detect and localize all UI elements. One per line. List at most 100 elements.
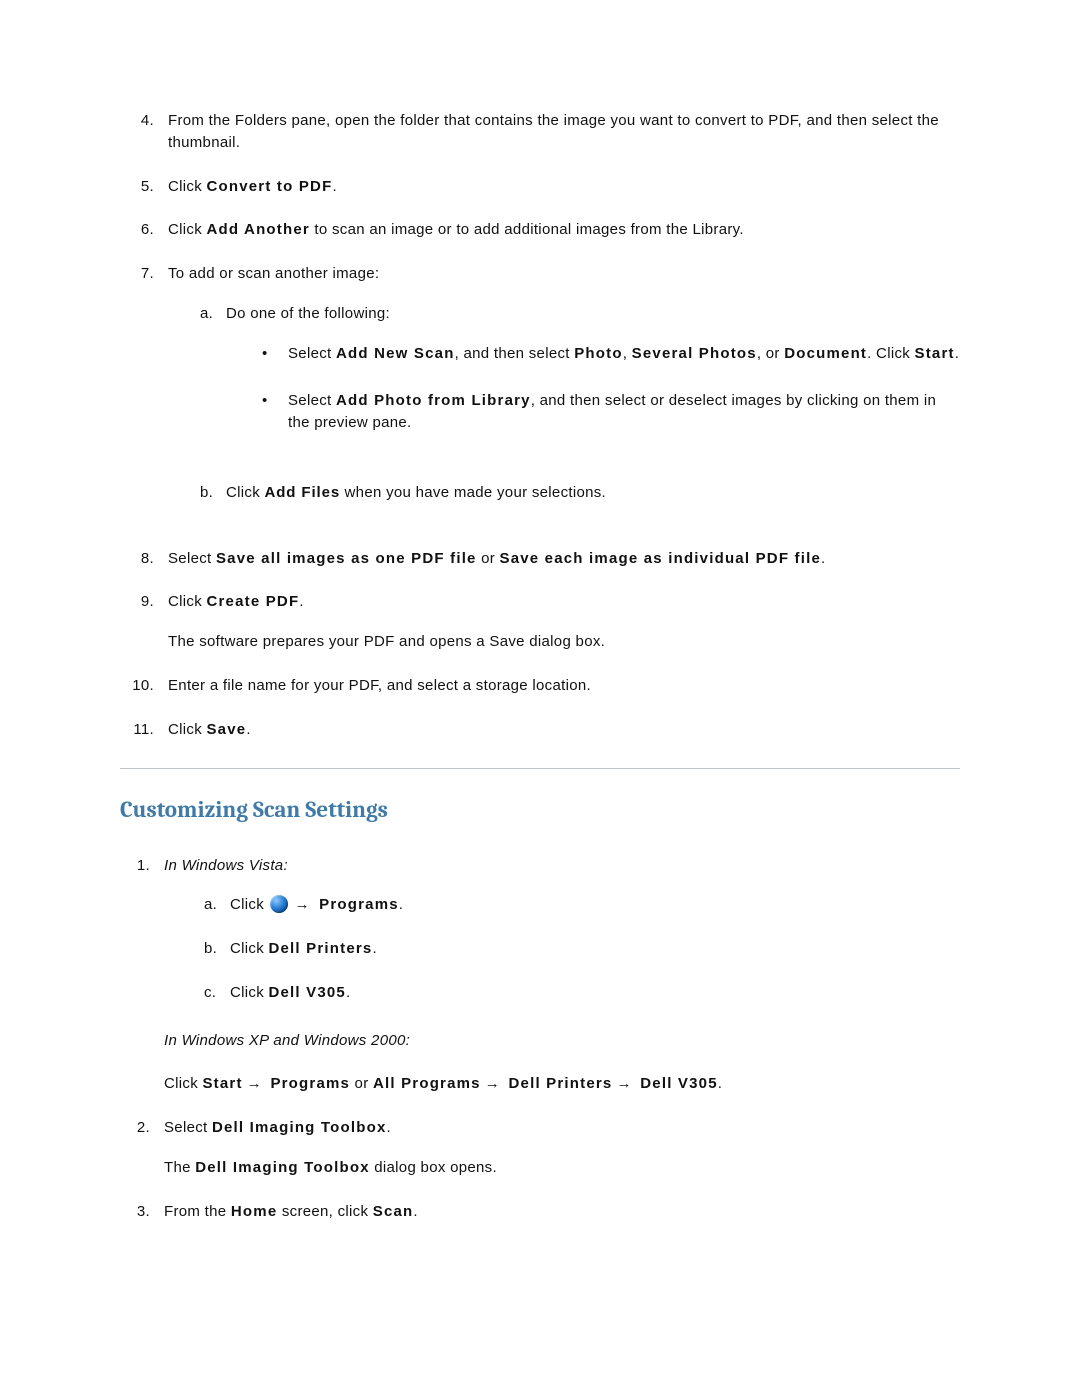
text: Click: [168, 221, 206, 238]
text: .: [399, 896, 403, 913]
bold-text: Several Photos: [632, 345, 757, 362]
text: Click: [164, 1075, 202, 1092]
text: Select: [288, 392, 336, 409]
step-6-text: Click Add Another to scan an image or to…: [168, 219, 960, 241]
step-7a-option-1-text: Select Add New Scan, and then select Pho…: [288, 343, 960, 365]
step-7a-text: Do one of the following:: [226, 303, 960, 325]
text: .: [718, 1075, 722, 1092]
bold-text: Home: [231, 1203, 277, 1220]
substep-label: a.: [204, 894, 230, 916]
section-heading-customizing-scan-settings: Customizing Scan Settings: [120, 793, 960, 826]
text: .: [387, 1119, 391, 1136]
bold-text: Create PDF: [206, 593, 299, 610]
sec2-step-1-xp-label: In Windows XP and Windows 2000:: [164, 1030, 960, 1052]
text: Select: [168, 550, 216, 567]
bold-text: Dell V305: [268, 984, 346, 1001]
bold-text: Programs: [314, 896, 399, 913]
substep-label: b.: [204, 938, 230, 960]
sec2-step-1a: a. Click → Programs.: [204, 894, 960, 916]
step-number: 8.: [120, 548, 168, 570]
step-7a-option-1: • Select Add New Scan, and then select P…: [262, 343, 960, 365]
text: . Click: [867, 345, 914, 362]
text: Click: [230, 940, 268, 957]
substep-label: b.: [200, 482, 226, 504]
step-5-text: Click Convert to PDF.: [168, 176, 960, 198]
document-page: 4. From the Folders pane, open the folde…: [0, 0, 1080, 1397]
substep-label: a.: [200, 303, 226, 460]
step-10-text: Enter a file name for your PDF, and sele…: [168, 675, 960, 697]
text: screen, click: [277, 1203, 372, 1220]
bold-text: Dell V305: [640, 1075, 718, 1092]
text: or: [477, 550, 500, 567]
step-number: 11.: [120, 719, 168, 741]
text: The: [164, 1159, 195, 1176]
bold-text: Document: [784, 345, 867, 362]
step-7a-options: • Select Add New Scan, and then select P…: [262, 343, 960, 434]
text: .: [299, 593, 303, 610]
sec2-step-1c: c. Click Dell V305.: [204, 982, 960, 1004]
step-4-text: From the Folders pane, open the folder t…: [168, 110, 960, 154]
step-7a-option-2: • Select Add Photo from Library, and the…: [262, 390, 960, 434]
bold-text: Dell Imaging Toolbox: [212, 1119, 387, 1136]
text: when you have made your selections.: [340, 484, 606, 501]
text: .: [821, 550, 825, 567]
arrow-icon: →: [612, 1073, 635, 1095]
bullet-icon: •: [262, 390, 288, 434]
sec2-step-2-text: Select Dell Imaging Toolbox.: [164, 1117, 960, 1139]
arrow-icon: →: [481, 1073, 504, 1095]
step-number: 7.: [120, 263, 168, 526]
text: Click: [168, 721, 206, 738]
bold-text: Dell Imaging Toolbox: [195, 1159, 370, 1176]
text: or: [350, 1075, 373, 1092]
step-number: 2.: [120, 1117, 164, 1179]
text: .: [372, 940, 376, 957]
bold-text: Dell Printers: [268, 940, 372, 957]
sec2-step-1c-text: Click Dell V305.: [230, 982, 960, 1004]
section-divider: [120, 768, 960, 769]
sec2-step-2-after: The Dell Imaging Toolbox dialog box open…: [164, 1157, 960, 1179]
sec2-step-1: 1. In Windows Vista: a. Click → Programs…: [120, 855, 960, 1096]
step-number: 3.: [120, 1201, 164, 1223]
text: Click: [230, 984, 268, 1001]
step-5: 5. Click Convert to PDF.: [120, 176, 960, 198]
bold-text: Start: [915, 345, 955, 362]
step-number: 1.: [120, 855, 164, 1096]
bold-text: Save all images as one PDF file: [216, 550, 477, 567]
step-11: 11. Click Save.: [120, 719, 960, 741]
bold-text: Add Photo from Library: [336, 392, 531, 409]
step-10: 10. Enter a file name for your PDF, and …: [120, 675, 960, 697]
step-9-text: Click Create PDF.: [168, 591, 960, 613]
bold-text: Save: [206, 721, 246, 738]
bold-text: Photo: [574, 345, 623, 362]
step-7b-text: Click Add Files when you have made your …: [226, 482, 960, 504]
sec2-step-1b: b. Click Dell Printers.: [204, 938, 960, 960]
text: .: [332, 178, 336, 195]
text: Click: [230, 896, 268, 913]
bullet-icon: •: [262, 343, 288, 365]
text: .: [246, 721, 250, 738]
step-11-text: Click Save.: [168, 719, 960, 741]
step-number: 5.: [120, 176, 168, 198]
sec2-step-1-vista-label: In Windows Vista:: [164, 855, 960, 877]
step-8: 8. Select Save all images as one PDF fil…: [120, 548, 960, 570]
bold-text: Convert to PDF: [206, 178, 332, 195]
customizing-scan-settings-steps: 1. In Windows Vista: a. Click → Programs…: [120, 855, 960, 1223]
text: Select: [164, 1119, 212, 1136]
text: ,: [623, 345, 632, 362]
bold-text: Scan: [373, 1203, 414, 1220]
text: .: [413, 1203, 417, 1220]
bold-text: Add Another: [206, 221, 309, 238]
step-4: 4. From the Folders pane, open the folde…: [120, 110, 960, 154]
sec2-step-1-substeps: a. Click → Programs. b. Cli: [204, 894, 960, 1003]
step-number: 6.: [120, 219, 168, 241]
bold-text: Programs: [270, 1075, 350, 1092]
text: .: [346, 984, 350, 1001]
arrow-icon: →: [243, 1073, 266, 1095]
text: From the: [164, 1203, 231, 1220]
step-7: 7. To add or scan another image: a. Do o…: [120, 263, 960, 526]
pdf-steps-list: 4. From the Folders pane, open the folde…: [120, 110, 960, 740]
bold-text: Save each image as individual PDF file: [499, 550, 821, 567]
step-8-text: Select Save all images as one PDF file o…: [168, 548, 960, 570]
step-7a-option-2-text: Select Add Photo from Library, and then …: [288, 390, 960, 434]
text: Select: [288, 345, 336, 362]
